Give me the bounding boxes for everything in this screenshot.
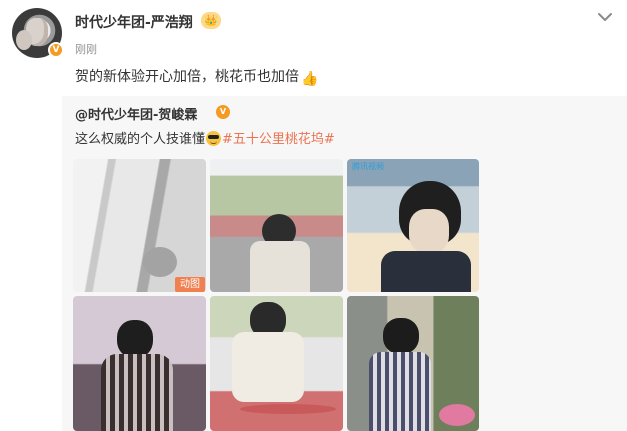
chevron-down-icon[interactable] xyxy=(596,10,614,24)
photo-3-face xyxy=(409,209,449,253)
repost-text-content: 这么权威的个人技谁懂 xyxy=(75,132,206,147)
photo-1[interactable] xyxy=(73,159,206,292)
photo-4-head xyxy=(117,320,153,358)
photo-5-body xyxy=(232,332,304,402)
video-watermark: 腾讯视频 xyxy=(352,162,384,171)
author-name[interactable]: 时代少年团-严浩翔 xyxy=(75,12,193,32)
photo-3[interactable] xyxy=(347,159,479,292)
avatar-hand xyxy=(16,30,32,50)
photo-4[interactable] xyxy=(73,296,206,431)
post-text: 贺的新体验开心加倍，桃花币也加倍 👍 xyxy=(75,66,318,87)
photo-2[interactable] xyxy=(210,159,343,292)
cool-sunglasses-icon xyxy=(206,131,222,146)
photo-5[interactable] xyxy=(210,296,343,431)
repost-verified-badge: V xyxy=(216,105,230,119)
photo-1-figure xyxy=(143,247,177,277)
photo-6-body xyxy=(369,352,431,431)
photo-2-body xyxy=(250,241,310,292)
gif-badge: 动图 xyxy=(175,277,205,292)
post-text-content: 贺的新体验开心加倍，桃花币也加倍 xyxy=(75,69,299,85)
repost-text: 这么权威的个人技谁懂 #五十公里桃花坞# xyxy=(75,128,335,147)
photo-6-flowers xyxy=(439,404,475,426)
photo-3-body xyxy=(381,251,471,292)
post-timestamp[interactable]: 刚刚 xyxy=(75,41,97,57)
topic-link[interactable]: #五十公里桃花坞# xyxy=(222,132,335,147)
photo-4-coat xyxy=(101,354,173,431)
weibo-post: V 时代少年团-严浩翔 👑 刚刚 贺的新体验开心加倍，桃花币也加倍 👍 @时代少年… xyxy=(0,0,627,431)
photo-6[interactable] xyxy=(347,296,479,431)
verified-badge: V xyxy=(48,42,64,58)
thumbs-up-icon: 👍 xyxy=(301,71,319,87)
member-crown-icon[interactable]: 👑 xyxy=(201,12,221,29)
photo-5-table xyxy=(240,404,336,414)
repost-author[interactable]: @时代少年团-贺峻霖 xyxy=(75,104,197,123)
photo-6-head xyxy=(383,318,419,354)
